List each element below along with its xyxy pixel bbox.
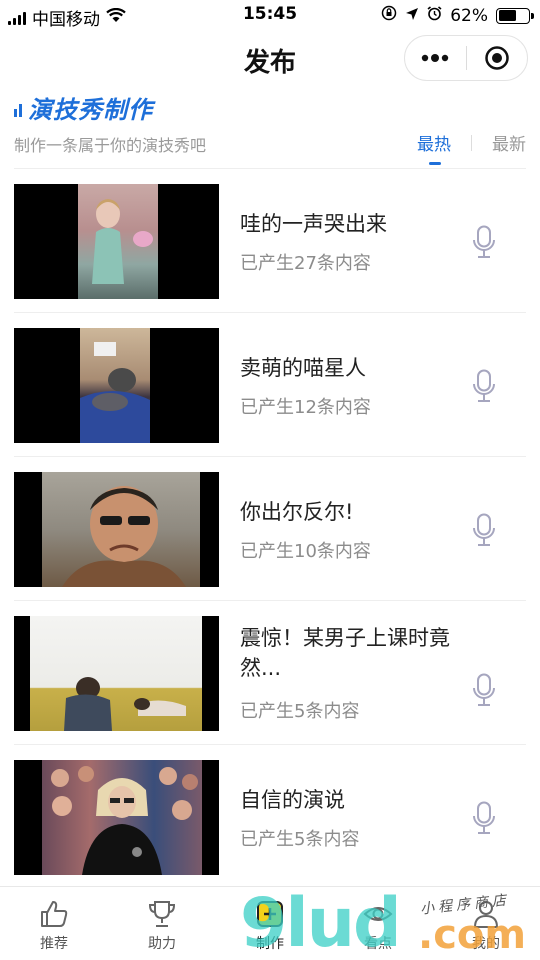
eye-icon bbox=[363, 907, 393, 921]
item-title: 卖萌的喵星人 bbox=[240, 356, 366, 380]
microphone-icon[interactable] bbox=[472, 369, 496, 407]
trophy-icon bbox=[148, 901, 176, 927]
tab-new[interactable]: 最新 bbox=[492, 130, 526, 155]
item-count: 已产生5条内容 bbox=[240, 829, 360, 850]
tab-label: 看点 bbox=[364, 936, 392, 952]
more-button[interactable] bbox=[405, 36, 466, 80]
close-target-icon bbox=[485, 46, 509, 70]
more-icon bbox=[422, 54, 449, 62]
tab-recommend[interactable]: 推荐 bbox=[0, 887, 108, 960]
item-count: 已产生27条内容 bbox=[240, 253, 371, 274]
list-item[interactable]: 自信的演说 已产生5条内容 bbox=[14, 745, 526, 889]
video-thumbnail[interactable] bbox=[14, 760, 219, 875]
location-icon bbox=[405, 6, 419, 26]
battery-percent: 62% bbox=[450, 5, 488, 26]
mini-program-capsule bbox=[404, 35, 528, 81]
list-item[interactable]: 哇的一声哭出来 已产生27条内容 bbox=[14, 169, 526, 313]
video-thumbnail[interactable] bbox=[14, 184, 219, 299]
item-title: 震惊！某男子上课时竟然... bbox=[240, 626, 450, 680]
tab-mine[interactable]: 我的 bbox=[432, 887, 540, 960]
microphone-icon[interactable] bbox=[472, 513, 496, 551]
video-thumbnail[interactable] bbox=[14, 616, 219, 731]
item-title: 你出尔反尔! bbox=[240, 500, 354, 524]
microphone-icon[interactable] bbox=[472, 673, 496, 711]
tab-hot[interactable]: 最热 bbox=[417, 130, 451, 165]
sort-tabs: 最热 最新 bbox=[417, 130, 526, 165]
video-thumbnail[interactable] bbox=[14, 328, 219, 443]
status-bar: 中国移动 15:45 62% bbox=[0, 0, 540, 30]
section-title: 演技秀制作 bbox=[14, 90, 153, 125]
tab-divider bbox=[471, 134, 472, 151]
tab-label: 助力 bbox=[148, 936, 176, 952]
tab-label: 推荐 bbox=[40, 936, 68, 952]
close-button[interactable] bbox=[467, 36, 528, 80]
microphone-icon[interactable] bbox=[472, 801, 496, 839]
battery-icon bbox=[496, 7, 534, 24]
tab-highlights[interactable]: 看点 bbox=[324, 887, 432, 960]
tab-label: 制作 bbox=[256, 936, 284, 952]
nav-bar: 发布 bbox=[0, 30, 540, 86]
tab-boost[interactable]: 助力 bbox=[108, 887, 216, 960]
item-title: 哇的一声哭出来 bbox=[240, 212, 387, 236]
bottom-tab-bar: 推荐 助力 制作 看点 我的 bbox=[0, 886, 540, 960]
tab-label: 我的 bbox=[472, 936, 500, 952]
thumbs-up-icon bbox=[41, 901, 68, 927]
list-item[interactable]: 卖萌的喵星人 已产生12条内容 bbox=[14, 313, 526, 457]
microphone-icon[interactable] bbox=[472, 225, 496, 263]
list-item[interactable]: 你出尔反尔! 已产生10条内容 bbox=[14, 457, 526, 601]
title-bars-icon bbox=[14, 99, 22, 117]
item-count: 已产生10条内容 bbox=[240, 541, 371, 562]
item-title: 自信的演说 bbox=[240, 788, 345, 812]
template-list: 哇的一声哭出来 已产生27条内容 卖萌的喵星人 已产生12条内容 你出尔反尔! … bbox=[14, 168, 526, 889]
rotation-lock-icon bbox=[381, 5, 397, 26]
video-thumbnail[interactable] bbox=[14, 472, 219, 587]
section-title-text: 演技秀制作 bbox=[28, 96, 153, 124]
item-count: 已产生5条内容 bbox=[240, 701, 360, 722]
list-item[interactable]: 震惊！某男子上课时竟然... 已产生5条内容 bbox=[14, 601, 526, 745]
item-count: 已产生12条内容 bbox=[240, 397, 371, 418]
add-icon bbox=[257, 901, 283, 927]
user-icon bbox=[473, 901, 499, 928]
section-subtitle: 制作一条属于你的演技秀吧 bbox=[14, 136, 207, 155]
alarm-icon bbox=[427, 5, 442, 26]
tab-create[interactable]: 制作 bbox=[216, 887, 324, 960]
